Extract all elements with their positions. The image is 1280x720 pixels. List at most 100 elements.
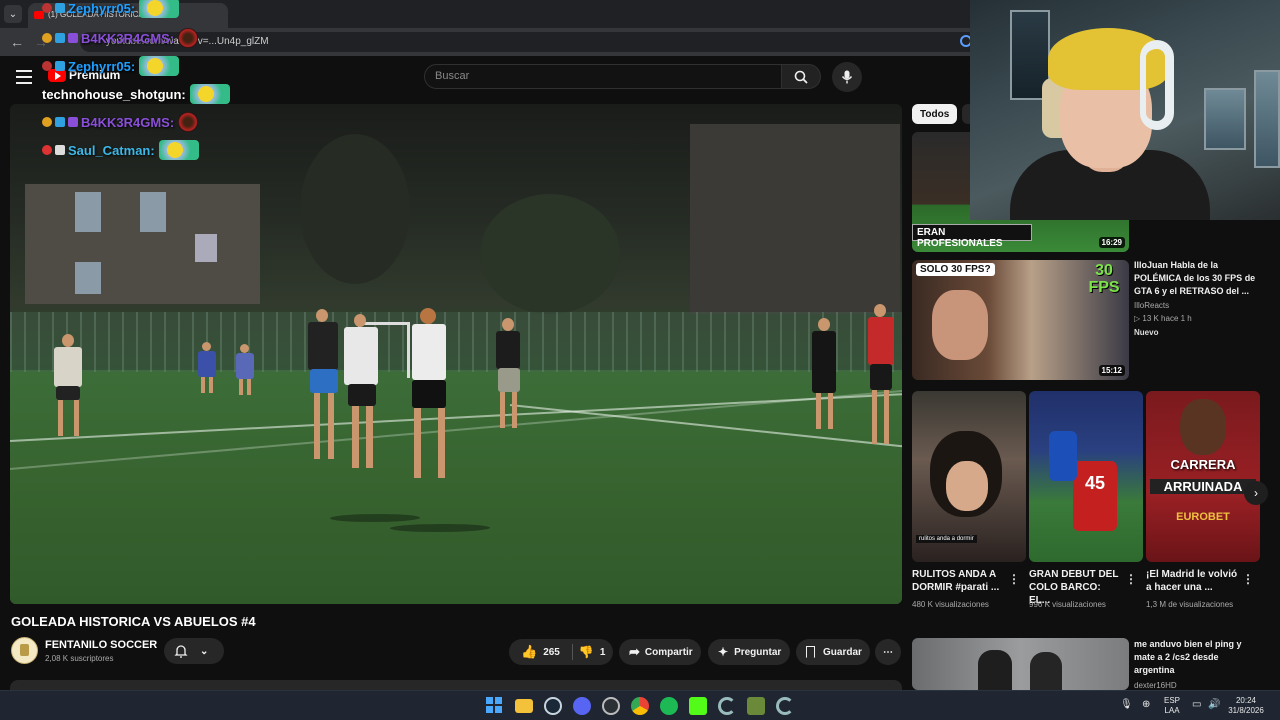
thumbnail-fps-caption: 30 FPS xyxy=(1088,262,1120,296)
search-input[interactable]: Buscar xyxy=(424,64,782,89)
screen: ⌄ (1) GOLEADA HISTORICA VS A ← → youtube… xyxy=(0,0,1280,720)
thumbs-down-icon: 👎 xyxy=(578,645,594,659)
menu-icon[interactable] xyxy=(16,70,32,84)
subscribed-notification-button[interactable]: ⌄ xyxy=(164,638,224,664)
chip-all[interactable]: Todos xyxy=(912,104,958,124)
video-building xyxy=(25,184,260,304)
search-button[interactable] xyxy=(781,64,821,89)
like-dislike-group: 👍 265 👎 1 xyxy=(509,639,613,665)
clock[interactable]: 20:24 31/8/2026 xyxy=(1228,696,1264,716)
chat-username: Zephyrr05: xyxy=(68,58,136,74)
video-duration: 15:12 xyxy=(1098,365,1125,376)
recommendation-title[interactable]: IlloJuan Habla de la POLÉMICA de los 30 … xyxy=(1134,259,1258,298)
video-building-right xyxy=(690,124,900,314)
network-tray-icon[interactable]: ⊕ xyxy=(1142,700,1150,710)
chat-username: Saul_Catman: xyxy=(68,142,155,158)
ask-button[interactable]: ✦ Preguntar xyxy=(708,639,790,665)
discord-icon[interactable] xyxy=(573,697,591,715)
dislike-button[interactable]: 👎 1 xyxy=(579,645,606,659)
jersey-number: 45 xyxy=(1073,461,1117,531)
chat-message: Zephyrr05: xyxy=(42,0,180,18)
video-duration: 16:29 xyxy=(1098,237,1125,248)
chat-username: B4KK3R4GMS: xyxy=(81,30,175,46)
thumbnail-figure xyxy=(978,650,1012,690)
share-button[interactable]: ➦ Compartir xyxy=(619,639,701,665)
search-placeholder: Buscar xyxy=(435,70,470,82)
minecraft-icon[interactable] xyxy=(747,697,765,715)
channel-name[interactable]: FENTANILO SOCCER xyxy=(45,639,157,651)
thumbs-up-icon: 👍 xyxy=(521,644,538,659)
app-icon[interactable] xyxy=(718,697,736,715)
subscriber-count: 2,08 K suscriptores xyxy=(45,654,114,663)
microphone-icon xyxy=(841,70,853,84)
webcam-window xyxy=(1254,70,1280,168)
keyboard-layout: LAA xyxy=(1164,706,1180,715)
file-explorer-icon[interactable] xyxy=(515,699,533,713)
short-thumbnail[interactable]: CARRERA ARRUINADA EUROBET xyxy=(1146,391,1260,562)
short-thumbnail[interactable]: 45 xyxy=(1029,391,1143,562)
short-title[interactable]: ¡El Madrid le volvió a hacer una ... xyxy=(1146,568,1238,594)
like-count: 265 xyxy=(543,646,560,658)
recommendation-thumbnail[interactable] xyxy=(912,638,1129,690)
clock-time: 20:24 xyxy=(1235,696,1257,705)
recommendation-channel[interactable]: IlloReacts xyxy=(1134,300,1169,312)
short-more-icon[interactable]: ⋮ xyxy=(1008,572,1020,586)
language-indicator[interactable]: ESP LAA xyxy=(1164,696,1180,716)
more-actions-button[interactable]: ⋯ xyxy=(875,639,901,665)
share-label: Compartir xyxy=(644,646,693,658)
chat-username: B4KK3R4GMS: xyxy=(81,114,175,130)
save-button[interactable]: Guardar xyxy=(796,639,870,665)
video-player[interactable] xyxy=(10,104,902,604)
windows-start-icon[interactable] xyxy=(486,697,504,715)
like-button[interactable]: 👍 265 xyxy=(521,644,560,660)
webcam-window xyxy=(1204,88,1246,150)
thumbnail-face xyxy=(946,461,988,511)
video-title: GOLEADA HISTORICA VS ABUELOS #4 xyxy=(11,614,256,629)
recommendation-title[interactable]: me anduvo bien el ping y mate a 2 /cs2 d… xyxy=(1134,638,1258,677)
short-caption-line2: ARRUINADA xyxy=(1150,479,1256,494)
volume-icon[interactable]: 🔊 xyxy=(1208,700,1220,710)
microphone-tray-icon[interactable]: 🎙 xyxy=(1120,700,1133,710)
steam-icon[interactable] xyxy=(544,697,562,715)
short-title[interactable]: RULITOS ANDA A DORMIR #parati ... xyxy=(912,568,1004,594)
save-label: Guardar xyxy=(823,646,862,658)
video-tree xyxy=(300,134,410,284)
short-more-icon[interactable]: ⋮ xyxy=(1125,572,1137,586)
new-badge: Nuevo xyxy=(1134,328,1159,337)
app-icon[interactable] xyxy=(776,697,794,715)
sparkle-icon: ✦ xyxy=(718,645,729,659)
voice-search-button[interactable] xyxy=(832,62,862,92)
chevron-right-icon: › xyxy=(1254,486,1258,500)
recommendation-thumbnail[interactable]: SOLO 30 FPS? 30 FPS 15:12 xyxy=(912,260,1129,380)
sponsor-text: EUROBET xyxy=(1176,511,1230,523)
video-pitch xyxy=(10,370,902,604)
webcam-overlay xyxy=(970,0,1280,220)
thumbnail-figure xyxy=(1030,652,1062,690)
obs-icon[interactable] xyxy=(602,697,620,715)
kick-icon[interactable] xyxy=(689,697,707,715)
chrome-icon[interactable] xyxy=(631,697,649,715)
url-field[interactable]: youtube.com/watch?v=...Un4p_glZM xyxy=(80,32,980,52)
video-fence xyxy=(10,312,902,372)
tab-search-chevron-icon[interactable]: ⌄ xyxy=(4,5,22,23)
description-box[interactable] xyxy=(10,680,902,690)
back-icon[interactable]: ← xyxy=(10,34,24,50)
bookmark-icon xyxy=(806,646,815,658)
short-views: 1,3 M de visualizaciones xyxy=(1146,600,1234,609)
webcam-headphones xyxy=(1140,40,1174,130)
short-more-icon[interactable]: ⋮ xyxy=(1242,572,1254,586)
shorts-next-button[interactable]: › xyxy=(1244,481,1268,505)
short-views: 996 K visualizaciones xyxy=(1029,600,1106,609)
thumbnail-face xyxy=(1180,399,1226,455)
clock-date: 31/8/2026 xyxy=(1228,706,1264,715)
more-horizontal-icon: ⋯ xyxy=(883,646,893,658)
channel-avatar[interactable] xyxy=(11,637,38,664)
spotify-icon[interactable] xyxy=(660,697,678,715)
search-icon xyxy=(794,70,808,84)
chat-username: technohouse_shotgun: xyxy=(42,86,186,102)
bell-icon xyxy=(174,645,188,658)
share-icon: ➦ xyxy=(629,644,640,659)
short-thumbnail[interactable]: rulitos anda a dormir xyxy=(912,391,1026,562)
short-caption: rulitos anda a dormir xyxy=(916,535,977,543)
display-tray-icon[interactable]: ▭ xyxy=(1192,700,1201,710)
